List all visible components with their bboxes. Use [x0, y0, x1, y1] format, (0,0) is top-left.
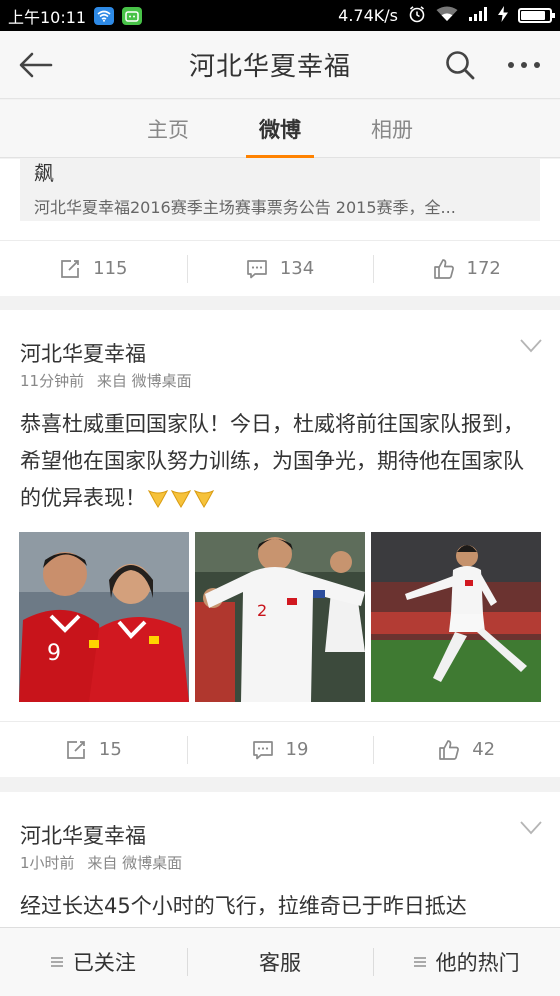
- search-icon: [446, 50, 475, 79]
- repost-count: 115: [93, 258, 128, 279]
- post-source: 来自 微博桌面: [87, 854, 183, 872]
- tab-album[interactable]: 相册: [336, 100, 448, 158]
- post-text: 经过长达45个小时的飞行，拉维奇已于昨日抵达: [20, 894, 467, 918]
- post-images: 9 2: [19, 532, 541, 702]
- alarm-icon: [408, 5, 426, 27]
- hot-posts-button[interactable]: 他的热门: [373, 928, 560, 996]
- comment-icon: [246, 259, 267, 278]
- post-time: 11分钟前: [20, 372, 85, 390]
- svg-text:9: 9: [47, 641, 61, 666]
- quoted-post-text: 河北华夏幸福2016赛季主场赛事票务公告 2015赛季，全...: [34, 198, 456, 217]
- app-notification-icon: [122, 6, 143, 25]
- svg-text:2: 2: [257, 601, 267, 620]
- post-image-2[interactable]: 2: [195, 532, 365, 702]
- like-button[interactable]: 42: [373, 722, 560, 777]
- comment-count: 134: [279, 258, 315, 279]
- repost-icon: [61, 259, 80, 278]
- search-button[interactable]: [432, 31, 488, 99]
- thumbs-up-icon: [433, 258, 454, 279]
- post-source: 来自 微博桌面: [96, 372, 192, 390]
- quoted-post[interactable]: 飙 河北华夏幸福2016赛季主场赛事票务公告 2015赛季，全...: [20, 159, 540, 221]
- network-speed: 4.74K/s: [338, 6, 398, 25]
- repost-count: 15: [98, 739, 122, 760]
- repost-button[interactable]: 15: [0, 722, 187, 777]
- comment-button[interactable]: 19: [186, 722, 374, 777]
- post-meta: 11分钟前 来自 微博桌面: [20, 370, 192, 391]
- status-bar: 上午10:11 4.74K/s: [0, 0, 560, 31]
- page-title: 河北华夏幸福: [188, 52, 351, 82]
- comment-button[interactable]: 134: [186, 241, 374, 296]
- back-arrow-icon: [19, 52, 53, 77]
- post-image-1[interactable]: 9: [19, 532, 189, 702]
- wifi-app-icon: [94, 6, 115, 25]
- post-image-3[interactable]: [371, 532, 541, 702]
- like-button[interactable]: 172: [373, 241, 560, 296]
- post-meta: 1小时前 来自 微博桌面: [20, 852, 182, 873]
- following-button[interactable]: 已关注: [0, 928, 187, 996]
- battery-icon: [518, 8, 555, 23]
- menu-icon: [413, 957, 426, 967]
- post-card[interactable]: 河北华夏幸福 11分钟前 来自 微博桌面 恭喜杜威重回国家队！今日，杜威将前往国…: [0, 310, 560, 777]
- quoted-post-title: 飙: [34, 161, 54, 185]
- post-actions: 115 134 172: [0, 240, 560, 296]
- tab-weibo[interactable]: 微博: [224, 100, 336, 158]
- post-author[interactable]: 河北华夏幸福: [20, 338, 146, 368]
- wifi-signal-icon: [436, 6, 458, 26]
- feed: 飙 河北华夏幸福2016赛季主场赛事票务公告 2015赛季，全... 115 1…: [0, 159, 560, 927]
- status-time: 上午10:11: [8, 7, 87, 27]
- post-author[interactable]: 河北华夏幸福: [20, 820, 146, 850]
- app-header: 河北华夏幸福: [0, 31, 560, 99]
- more-options-button[interactable]: [488, 31, 560, 99]
- comment-icon: [252, 740, 273, 759]
- cell-signal-icon: [468, 6, 488, 26]
- post-card[interactable]: 河北华夏幸福 1小时前 来自 微博桌面 经过长达45个小时的飞行，拉维奇已于昨日…: [0, 792, 560, 927]
- tab-home[interactable]: 主页: [112, 100, 224, 158]
- more-dots-icon: [508, 61, 540, 68]
- repost-icon: [67, 740, 85, 759]
- like-count: 172: [466, 258, 501, 279]
- charging-icon: [498, 5, 508, 26]
- chevron-down-icon[interactable]: [520, 339, 542, 353]
- bottom-action-bar: 已关注 客服 他的热门: [0, 927, 560, 996]
- pointing-down-emoji-icons: [146, 486, 215, 510]
- profile-tabs: 主页 微博 相册: [0, 100, 560, 158]
- thumbs-up-icon: [439, 739, 460, 760]
- like-count: 42: [472, 739, 496, 760]
- post-time: 1小时前: [20, 854, 75, 872]
- post-actions: 15 19 42: [0, 721, 560, 777]
- post-card[interactable]: 飙 河北华夏幸福2016赛季主场赛事票务公告 2015赛季，全... 115 1…: [0, 159, 560, 296]
- chevron-down-icon[interactable]: [520, 821, 542, 835]
- hot-posts-label: 他的热门: [435, 951, 520, 975]
- comment-count: 19: [285, 739, 309, 760]
- menu-icon: [50, 957, 63, 967]
- post-text: 恭喜杜威重回国家队！今日，杜威将前往国家队报到，希望他在国家队努力训练，为国争光…: [20, 412, 524, 510]
- customer-service-button[interactable]: 客服: [186, 928, 374, 996]
- customer-service-label: 客服: [259, 951, 301, 975]
- repost-button[interactable]: 115: [0, 241, 187, 296]
- back-button[interactable]: [0, 31, 72, 99]
- following-label: 已关注: [72, 951, 136, 975]
